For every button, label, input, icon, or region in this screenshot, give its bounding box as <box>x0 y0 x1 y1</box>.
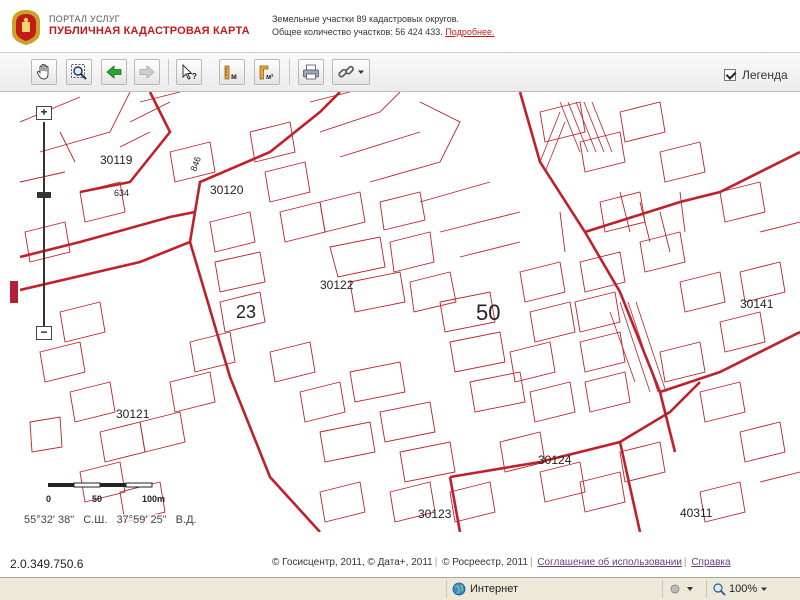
zoom-in-button[interactable]: + <box>36 106 52 120</box>
identify-icon: ? <box>182 63 197 81</box>
page-footer: 2.0.349.750.6 © Госисцентр, 2011, © Дата… <box>0 532 800 576</box>
parcels-count-text: Общее количество участков: 56 424 433. <box>272 27 443 37</box>
district-label: 30124 <box>538 453 572 467</box>
cursor-coordinates: 55°32' 38" С.Ш. 37°59' 25" В.Д. <box>24 514 203 526</box>
district-label: 30121 <box>116 407 150 421</box>
security-zone[interactable]: Интернет <box>452 582 518 596</box>
status-divider <box>662 580 663 598</box>
back-arrow-icon <box>106 65 122 79</box>
cadastral-map[interactable]: 30119 30120 30122 30121 30124 30123 3014… <box>20 92 800 532</box>
pan-hand-icon <box>36 64 49 80</box>
longitude-direction: В.Д. <box>175 514 197 526</box>
browser-status-bar: Интернет 100% <box>0 577 800 600</box>
protected-mode-icon[interactable] <box>670 583 696 595</box>
toolbar-separator <box>289 59 290 85</box>
measure-area-button[interactable]: м² <box>254 59 280 85</box>
status-divider <box>706 580 707 598</box>
parcels-info-line2: Общее количество участков: 56 424 433. П… <box>272 27 495 37</box>
chevron-down-icon <box>358 70 364 74</box>
globe-icon <box>452 582 466 596</box>
forward-arrow-icon <box>139 65 155 79</box>
print-icon <box>303 64 319 80</box>
svg-text:м: м <box>231 72 237 81</box>
latitude-direction: С.Ш. <box>83 514 108 526</box>
chevron-down-icon <box>761 587 768 591</box>
link-icon <box>338 65 354 78</box>
identify-button[interactable]: ? <box>176 59 202 85</box>
copyright-data-plus: © Дата+, 2011 <box>367 557 433 568</box>
copyright-goscenter: © Госисцентр, 2011, <box>272 557 365 568</box>
scale-zero: 0 <box>46 494 51 504</box>
legend-label: Легенда <box>742 68 788 82</box>
pan-tool-button[interactable] <box>31 59 57 85</box>
link-dropdown-button[interactable] <box>332 59 370 85</box>
zoom-box-icon <box>71 64 87 80</box>
scale-end: 100m <box>142 494 165 504</box>
side-panel-toggle[interactable] <box>10 281 18 303</box>
site-header: ПОРТАЛ УСЛУГ ПУБЛИЧНАЯ КАДАСТРОВАЯ КАРТА… <box>0 0 800 52</box>
quarter-label: 23 <box>236 302 256 322</box>
zoom-box-button[interactable] <box>66 59 92 85</box>
zoom-slider-thumb[interactable] <box>37 192 51 198</box>
print-button[interactable] <box>298 59 324 85</box>
latitude-value: 55°32' 38" <box>24 514 75 526</box>
map-title[interactable]: ПУБЛИЧНАЯ КАДАСТРОВАЯ КАРТА <box>49 25 250 37</box>
scale-bar-graphic: 0 50 100m <box>46 482 165 504</box>
district-label: 30141 <box>740 297 774 311</box>
scale-mid: 50 <box>92 494 102 504</box>
magnifier-icon <box>713 583 726 596</box>
legend-checkbox[interactable] <box>724 69 736 81</box>
quarter-label: 50 <box>476 300 500 325</box>
map-canvas[interactable]: 30119 30120 30122 30121 30124 30123 3014… <box>20 92 800 532</box>
security-zone-label: Интернет <box>470 583 518 595</box>
zoom-out-button[interactable]: − <box>36 326 52 340</box>
measure-area-icon: м² <box>259 65 274 81</box>
portal-label: ПОРТАЛ УСЛУГ <box>49 14 120 24</box>
version-number: 2.0.349.750.6 <box>10 557 84 571</box>
district-label: 30119 <box>100 153 133 167</box>
district-label: 40311 <box>680 506 713 520</box>
svg-text:?: ? <box>192 72 197 81</box>
district-label: 30122 <box>320 278 354 292</box>
district-label: 30120 <box>210 183 244 197</box>
copyright-line: © Госисцентр, 2011, © Дата+, 2011 | © Рос… <box>272 557 731 568</box>
coat-of-arms-logo[interactable] <box>8 8 44 46</box>
page-zoom-control[interactable]: 100% <box>712 582 768 596</box>
legend-toggle[interactable]: Легенда <box>724 68 788 82</box>
terms-of-use-link[interactable]: Соглашение об использовании <box>537 557 682 568</box>
measure-length-icon: м <box>224 65 237 81</box>
side-panel-strip <box>0 92 20 532</box>
map-toolbar: ? м м² Легенда <box>0 52 800 92</box>
help-link[interactable]: Справка <box>691 557 730 568</box>
zoom-control: + − <box>36 106 54 342</box>
page-zoom-value: 100% <box>729 583 758 595</box>
parcel-label: 846 <box>188 155 203 173</box>
parcels-info-line1: Земельные участки 89 кадастровых округов… <box>272 14 460 24</box>
back-button[interactable] <box>101 59 127 85</box>
longitude-value: 37°59' 25" <box>116 514 167 526</box>
toolbar-separator <box>168 59 169 85</box>
district-label: 30123 <box>418 507 452 521</box>
svg-text:м²: м² <box>266 74 274 81</box>
copyright-rosreestr: © Росреестр, 2011 <box>442 557 528 568</box>
zoom-slider-track[interactable] <box>43 122 45 326</box>
forward-button[interactable] <box>134 59 160 85</box>
status-divider <box>446 580 447 598</box>
scale-bar: 0 50 100m <box>44 480 176 508</box>
more-info-link[interactable]: Подробнее. <box>445 27 494 37</box>
measure-length-button[interactable]: м <box>219 59 245 85</box>
parcel-label: 634 <box>114 188 129 198</box>
